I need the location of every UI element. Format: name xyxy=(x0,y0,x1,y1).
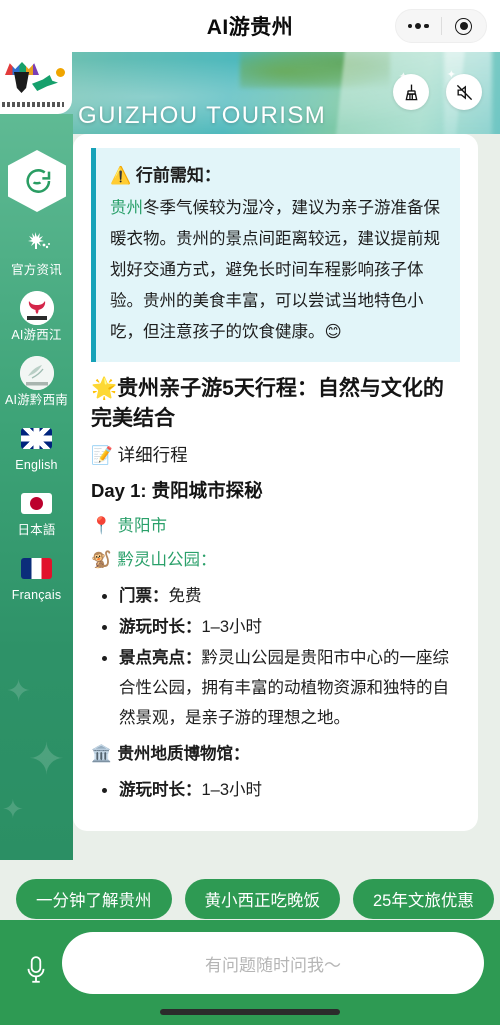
logo-vessel xyxy=(13,72,30,93)
day-title: Day 1: 贵阳城市探秘 xyxy=(91,480,263,501)
suggestion-chips: 一分钟了解贵州 黄小西正吃晚饭 25年文旅优惠 xyxy=(0,878,500,920)
next-poi-line: 🏛️ 贵州地质博物馆： xyxy=(91,741,460,767)
pre-trip-notice: ⚠️ 行前需知： 贵州冬季气候较为湿冷，建议为亲子游准备保暖衣物。贵州的景点间距… xyxy=(91,148,460,362)
sidebar-item-label: 日本語 xyxy=(17,523,56,537)
target-circle-icon xyxy=(455,17,473,35)
sidebar-item-label: AI游西江 xyxy=(11,328,62,342)
chat-bubble-icon xyxy=(26,169,51,193)
poi-detail-list: 门票：免费 游玩时长：1–3小时 景点亮点：黔灵山公园是贵阳市中心的一座综合性公… xyxy=(91,581,460,733)
map-pin-icon: 📍 xyxy=(91,517,112,535)
bullet-label: 门票： xyxy=(119,587,169,605)
broom-icon xyxy=(405,84,417,100)
sidebar-item-chat[interactable] xyxy=(8,150,66,212)
mini-program-screen: AI游贵州 ✦ ✦ GUIZHOU TOURISM xyxy=(0,0,500,1025)
notice-title: ⚠️ 行前需知： xyxy=(110,166,221,185)
bullet-value: 免费 xyxy=(168,587,202,605)
next-poi-detail-list: 游玩时长：1–3小时 xyxy=(91,775,460,805)
list-item: 景点亮点：黔灵山公园是贵阳市中心的一座综合性公园，拥有丰富的动植物资源和独特的自… xyxy=(97,643,460,733)
uk-flag-icon xyxy=(20,421,54,455)
close-button[interactable] xyxy=(442,10,487,42)
message-input[interactable]: 有问题随时问我～ xyxy=(62,932,484,994)
page-title: AI游贵州 xyxy=(206,16,294,39)
more-menu-button[interactable] xyxy=(396,10,441,42)
banner-actions xyxy=(393,74,482,110)
logo-bird xyxy=(32,75,58,91)
more-dots-icon xyxy=(407,23,429,29)
sidebar-item-label: AI游黔西南 xyxy=(4,393,68,407)
sparkle-icon: ✦ xyxy=(28,735,65,784)
city-link[interactable]: 贵阳市 xyxy=(118,517,168,535)
sparkle-icon: ✦ xyxy=(2,794,24,824)
clear-chat-button[interactable] xyxy=(393,74,429,110)
notice-body: 贵州冬季气候较为湿冷，建议为亲子游准备保暖衣物。贵州的景点间距离较远，建议提前规… xyxy=(110,193,444,348)
sidebar-item-label: English xyxy=(15,458,58,472)
home-indicator xyxy=(160,1009,340,1015)
buffalo-horn-glyph xyxy=(19,291,54,325)
sidebar-item-official-news[interactable]: 官方资讯 xyxy=(0,226,73,277)
official-news-icon xyxy=(20,226,54,260)
logo-artwork xyxy=(0,58,67,108)
suggestion-chip[interactable]: 黄小西正吃晚饭 xyxy=(184,879,340,919)
mute-toggle-button[interactable] xyxy=(446,74,482,110)
sidebar-item-label: Français xyxy=(11,588,62,602)
waterfall-glyph xyxy=(19,356,54,390)
assistant-message-card: ⚠️ 行前需知： 贵州冬季气候较为湿冷，建议为亲子游准备保暖衣物。贵州的景点间距… xyxy=(73,134,478,831)
japan-flag-icon xyxy=(20,486,54,520)
dancer-glyph xyxy=(27,232,50,249)
list-item: 门票：免费 xyxy=(97,581,460,611)
bullet-label: 游玩时长： xyxy=(119,781,202,799)
left-sidebar: ✦ ✦ ✦ 官方资讯 AI游西江 AI游黔西南 English 日本語 Fran… xyxy=(0,114,73,860)
itinerary-heading: 🌟贵州亲子游5天行程：自然与文化的完美结合 xyxy=(91,377,444,430)
bullet-label: 景点亮点： xyxy=(119,649,202,667)
sidebar-item-xijiang[interactable]: AI游西江 xyxy=(0,291,73,342)
speaker-muted-icon xyxy=(456,84,472,100)
poi-line: 🐒 黔灵山公园： xyxy=(91,547,460,573)
qianxinan-icon xyxy=(19,356,54,390)
bullet-label: 游玩时长： xyxy=(119,618,202,636)
museum-icon: 🏛️ xyxy=(91,745,112,763)
city-line: 📍 贵阳市 xyxy=(91,513,460,539)
sparkle-icon: ✦ xyxy=(6,675,32,708)
sidebar-item-label: 官方资讯 xyxy=(11,263,62,277)
input-placeholder: 有问题随时问我～ xyxy=(205,955,341,975)
logo-wordmark xyxy=(2,102,64,107)
notice-link[interactable]: 贵州 xyxy=(110,199,143,217)
voice-input-button[interactable] xyxy=(14,948,58,992)
suggestion-chip[interactable]: 一分钟了解贵州 xyxy=(16,879,172,919)
poi-link[interactable]: 黔灵山公园： xyxy=(118,551,217,569)
hero-banner: ✦ ✦ GUIZHOU TOURISM xyxy=(0,52,500,134)
sidebar-item-qianxinan[interactable]: AI游黔西南 xyxy=(0,356,73,407)
guizhou-tourism-logo xyxy=(0,52,72,114)
chat-scroll-area[interactable]: ⚠️ 行前需知： 贵州冬季气候较为湿冷，建议为亲子游准备保暖衣物。贵州的景点间距… xyxy=(73,134,500,860)
monkey-icon: 🐒 xyxy=(91,551,112,569)
sidebar-item-japanese[interactable]: 日本語 xyxy=(0,486,73,537)
notice-text: 冬季气候较为湿冷，建议为亲子游准备保暖衣物。贵州的景点间距离较远，建议提前规划好… xyxy=(110,199,440,341)
bullet-value: 1–3小时 xyxy=(201,781,263,799)
sidebar-item-french[interactable]: Français xyxy=(0,551,73,602)
banner-title: GUIZHOU TOURISM xyxy=(78,102,327,129)
mini-program-capsule xyxy=(395,9,487,43)
sidebar-menu: 官方资讯 AI游西江 AI游黔西南 English 日本語 Français xyxy=(0,226,73,616)
suggestion-chip[interactable]: 25年文旅优惠 xyxy=(353,879,494,919)
france-flag-icon xyxy=(20,551,54,585)
xijiang-icon xyxy=(19,291,54,325)
microphone-icon xyxy=(27,956,45,983)
logo-sun xyxy=(56,68,65,77)
list-item: 游玩时长：1–3小时 xyxy=(97,775,460,805)
bullet-value: 1–3小时 xyxy=(201,618,263,636)
navigation-bar: AI游贵州 xyxy=(0,0,500,52)
bottom-input-bar: 有问题随时问我～ xyxy=(0,920,500,1025)
next-poi-label: 贵州地质博物馆： xyxy=(117,745,250,763)
list-item: 游玩时长：1–3小时 xyxy=(97,612,460,642)
sidebar-item-english[interactable]: English xyxy=(0,421,73,472)
itinerary-subheading: 📝 详细行程 xyxy=(91,445,188,465)
